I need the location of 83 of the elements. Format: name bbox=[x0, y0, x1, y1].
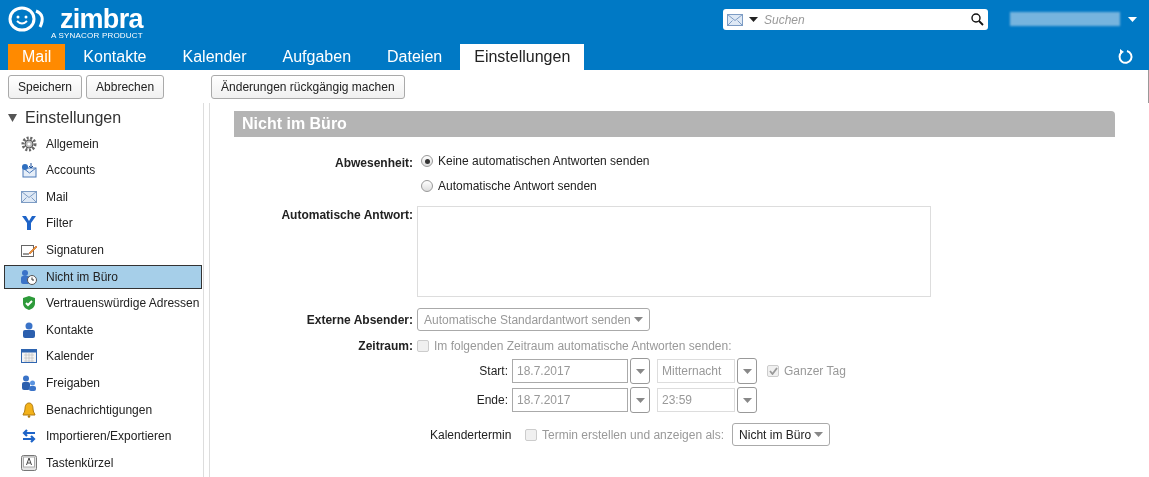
sidebar-item[interactable]: Accounts bbox=[4, 158, 202, 183]
caret-icon bbox=[634, 317, 643, 322]
app-tab[interactable]: Einstellungen bbox=[460, 44, 585, 70]
field-label: Zeitraum: bbox=[357, 338, 414, 355]
logo-wordmark: zimbra bbox=[59, 6, 143, 32]
sidebar-item-label: Accounts bbox=[46, 162, 96, 180]
sidebar-item[interactable]: Importieren/Exportieren bbox=[4, 424, 202, 449]
caret-icon bbox=[742, 397, 752, 403]
date-picker-button[interactable] bbox=[630, 358, 650, 384]
field-label: Automatische Antwort: bbox=[280, 207, 414, 224]
logo-tagline: A SYNACOR PRODUCT bbox=[51, 32, 143, 40]
caret-icon bbox=[1128, 16, 1137, 22]
person-icon bbox=[22, 321, 36, 338]
checkbox-label: Im folgenden Zeitraum automatische Antworten senden: bbox=[434, 338, 732, 355]
sidebar-item[interactable]: Benachrichtigungen bbox=[4, 397, 202, 422]
dropdown[interactable]: Nicht im Büro bbox=[732, 423, 831, 446]
app-tab[interactable]: Dateien bbox=[369, 44, 461, 70]
sidebar-item[interactable]: Kalender bbox=[4, 344, 202, 369]
time-dropdown-button[interactable] bbox=[737, 387, 757, 413]
sidebar-item[interactable]: Allgemein bbox=[4, 131, 202, 156]
caret-icon bbox=[742, 368, 752, 374]
sidebar-item-label: Kalender bbox=[46, 348, 95, 366]
sidebar-item-label: Mail bbox=[46, 188, 68, 206]
radio-button[interactable] bbox=[421, 180, 433, 192]
app-tab[interactable]: Kalender bbox=[164, 44, 265, 70]
search-scope-envelope-icon bbox=[727, 13, 743, 26]
sidebar-item[interactable]: Nicht im Büro bbox=[4, 264, 202, 289]
swap-arrows-icon bbox=[21, 428, 37, 445]
sidebar-item-label: Importieren/Exportieren bbox=[46, 428, 172, 446]
section-header: Nicht im Büro bbox=[234, 111, 1115, 137]
caret-icon bbox=[749, 17, 758, 22]
field-label: Ende: bbox=[475, 392, 509, 409]
radio-label: Keine automatischen Antworten senden bbox=[438, 153, 650, 170]
calendar-icon bbox=[21, 349, 37, 364]
date-picker-button[interactable] bbox=[630, 387, 650, 413]
sidebar-item-label: Freigaben bbox=[46, 374, 101, 392]
toolbar-button[interactable]: Änderungen rückgängig machen bbox=[211, 74, 405, 99]
sidebar-item[interactable]: Kontakte bbox=[4, 317, 202, 342]
sidebar-title: Einstellungen bbox=[25, 108, 122, 128]
sidebar-item[interactable]: Filter bbox=[4, 211, 202, 236]
sidebar-item[interactable]: Tastenkürzel bbox=[4, 450, 202, 475]
account-envelope-icon bbox=[21, 162, 37, 179]
sidebar-item-label: Benachrichtigungen bbox=[46, 401, 153, 419]
gear-icon bbox=[21, 135, 37, 152]
time-dropdown-button[interactable] bbox=[737, 358, 757, 384]
field-label: Start: bbox=[478, 363, 509, 380]
caret-icon bbox=[814, 432, 824, 437]
sidebar-item-label: Signaturen bbox=[46, 241, 105, 259]
people-icon bbox=[21, 374, 37, 391]
person-clock-icon bbox=[20, 268, 38, 285]
sidebar-item[interactable]: Signaturen bbox=[4, 237, 202, 262]
caret-icon bbox=[635, 368, 645, 374]
sidebar-item-label: Allgemein bbox=[46, 135, 99, 153]
collapse-triangle-icon[interactable] bbox=[8, 114, 17, 122]
checkbox-label: Termin erstellen und anzeigen als: bbox=[542, 426, 725, 444]
field-label: Externe Absender: bbox=[305, 311, 414, 329]
refresh-icon[interactable] bbox=[1118, 48, 1134, 65]
caret-icon bbox=[635, 397, 645, 403]
sidebar-item[interactable]: Freigaben bbox=[4, 370, 202, 395]
app-tab[interactable]: Aufgaben bbox=[264, 44, 370, 70]
toolbar-button[interactable]: Speichern bbox=[8, 74, 83, 99]
sidebar-item[interactable]: Mail bbox=[4, 184, 202, 209]
search-bar[interactable]: Suchen bbox=[723, 9, 988, 30]
sidebar-item-label: Kontakte bbox=[46, 321, 94, 339]
sidebar-item-label: Filter bbox=[46, 215, 73, 233]
sidebar-item-label: Tastenkürzel bbox=[46, 454, 114, 472]
sidebar-item-label: Nicht im Büro bbox=[46, 268, 119, 286]
search-field[interactable]: Suchen bbox=[764, 10, 965, 29]
shield-check-icon bbox=[21, 295, 37, 312]
sidebar-item[interactable]: Vertrauenswürdige Adressen bbox=[4, 291, 202, 316]
search-icon bbox=[971, 13, 984, 26]
keyboard-key-icon bbox=[21, 454, 37, 471]
radio-button[interactable] bbox=[421, 155, 433, 167]
field-label: Kalendertermin bbox=[430, 426, 513, 444]
checkbox-label: Ganzer Tag bbox=[784, 363, 846, 380]
bell-icon bbox=[21, 401, 37, 418]
radio-label: Automatische Antwort senden bbox=[438, 178, 597, 195]
sidebar-item-label: Vertrauenswürdige Adressen bbox=[46, 295, 200, 313]
field-label: Abwesenheit: bbox=[334, 155, 414, 172]
toolbar-button[interactable]: Abbrechen bbox=[86, 74, 165, 99]
envelope-icon bbox=[21, 190, 37, 203]
filter-icon bbox=[21, 215, 37, 232]
app-tab[interactable]: Kontakte bbox=[65, 44, 165, 70]
